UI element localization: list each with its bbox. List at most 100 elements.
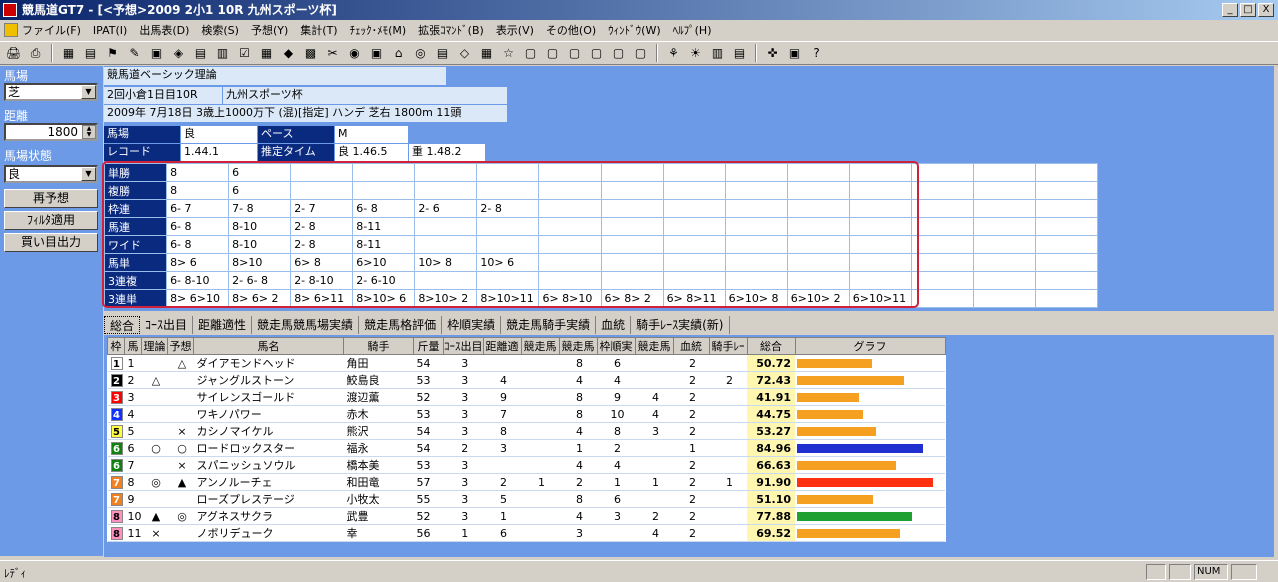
column-header[interactable]: 騎手 xyxy=(343,337,414,355)
bet-cell[interactable]: 8-10 xyxy=(228,235,292,254)
bet-cell[interactable] xyxy=(848,235,912,254)
flag-icon[interactable]: ⚑ xyxy=(103,44,122,63)
menu-item[interactable]: その他(O) xyxy=(546,22,596,38)
chevron-down-icon[interactable]: ▼ xyxy=(81,167,96,181)
bet-cell[interactable]: 8-10 xyxy=(228,217,292,236)
bet-cell[interactable]: 8>10> 2 xyxy=(414,289,478,308)
bet-cell[interactable]: 8>10>11 xyxy=(476,289,540,308)
column-header[interactable]: 競走馬 xyxy=(520,337,560,355)
edit-icon[interactable]: ✎ xyxy=(125,44,144,63)
bet-cell[interactable] xyxy=(972,163,1036,182)
tab-item[interactable]: 枠順実績 xyxy=(442,316,502,334)
column-header[interactable]: ｺｰｽ出目 xyxy=(443,337,484,355)
bet-cell[interactable] xyxy=(910,289,974,308)
check-icon[interactable]: ☑ xyxy=(235,44,254,63)
bet-cell[interactable]: 6- 8 xyxy=(166,235,230,254)
bet-cell[interactable]: 10> 8 xyxy=(414,253,478,272)
window-icon[interactable]: ▢ xyxy=(543,44,562,63)
bet-cell[interactable] xyxy=(848,163,912,182)
bet-cell[interactable] xyxy=(910,181,974,200)
bet-cell[interactable] xyxy=(538,235,602,254)
bet-cell[interactable]: 6> 8 xyxy=(290,253,354,272)
column-header[interactable]: 馬 xyxy=(124,337,142,355)
bet-cell[interactable]: 8> 6>10 xyxy=(166,289,230,308)
bet-cell[interactable] xyxy=(1034,217,1099,236)
bet-cell[interactable] xyxy=(910,235,974,254)
bet-cell[interactable]: 8> 6> 2 xyxy=(228,289,292,308)
bet-cell[interactable] xyxy=(972,289,1036,308)
table-row[interactable]: 6 6 ○ ○ ロードロックスター 福永 54 2 3 1 2 1 84.96 xyxy=(107,439,945,457)
bet-cell[interactable] xyxy=(600,163,664,182)
column-header[interactable]: 血統 xyxy=(672,337,710,355)
monitor-icon[interactable]: ▣ xyxy=(785,44,804,63)
bet-cell[interactable] xyxy=(414,271,478,290)
bet-cell[interactable] xyxy=(786,271,850,290)
bet-cell[interactable] xyxy=(600,217,664,236)
table-row[interactable]: 8 10 ▲ ◎ アグネスサクラ 武豊 52 3 1 4 3 2 2 77.88 xyxy=(107,507,945,525)
bet-cell[interactable] xyxy=(476,217,540,236)
menu-item[interactable]: 出馬表(D) xyxy=(139,22,189,38)
menu-item[interactable]: 表示(V) xyxy=(496,22,534,38)
bet-cell[interactable] xyxy=(1034,199,1099,218)
bet-cell[interactable] xyxy=(910,199,974,218)
bet-cell[interactable]: 10> 6 xyxy=(476,253,540,272)
bet-cell[interactable] xyxy=(476,271,540,290)
window-icon[interactable]: ▢ xyxy=(521,44,540,63)
bet-cell[interactable] xyxy=(476,181,540,200)
bet-cell[interactable] xyxy=(538,163,602,182)
table-row[interactable]: 1 1 △ ダイアモンドヘッド 角田 54 3 8 6 2 50.72 xyxy=(107,354,945,372)
tab-item[interactable]: 距離適性 xyxy=(193,316,253,334)
bet-cell[interactable]: 6 xyxy=(228,181,292,200)
bet-cell[interactable] xyxy=(352,163,416,182)
bet-cell[interactable]: 7- 8 xyxy=(228,199,292,218)
box-icon[interactable]: ▣ xyxy=(367,44,386,63)
bet-cell[interactable] xyxy=(662,271,726,290)
bet-cell[interactable]: 2- 6 xyxy=(414,199,478,218)
print-icon[interactable]: 🖨 xyxy=(4,44,23,63)
bet-cell[interactable] xyxy=(972,235,1036,254)
bet-cell[interactable]: 6>10> 2 xyxy=(786,289,850,308)
bet-cell[interactable]: 6>10>11 xyxy=(848,289,912,308)
bet-cell[interactable]: 6> 8>10 xyxy=(538,289,602,308)
table-row[interactable]: 7 9 ローズプレステージ 小牧太 55 3 5 8 6 2 51.10 xyxy=(107,490,945,508)
bet-cell[interactable]: 2- 8 xyxy=(290,217,354,236)
sheet-icon[interactable]: ▦ xyxy=(477,44,496,63)
bet-cell[interactable] xyxy=(786,163,850,182)
bet-cell[interactable]: 2- 7 xyxy=(290,199,354,218)
bet-cell[interactable]: 6- 8 xyxy=(352,199,416,218)
menu-item[interactable]: ｳｨﾝﾄﾞｳ(W) xyxy=(608,22,660,38)
bet-cell[interactable]: 2- 8 xyxy=(290,235,354,254)
tab-item[interactable]: 騎手ﾚｰｽ実績(新) xyxy=(631,316,730,334)
bet-cell[interactable] xyxy=(910,217,974,236)
stats-icon[interactable]: ▦ xyxy=(257,44,276,63)
bet-cell[interactable]: 8 xyxy=(166,181,230,200)
matrix-icon[interactable]: ▩ xyxy=(301,44,320,63)
table-icon[interactable]: ▣ xyxy=(147,44,166,63)
menu-item[interactable]: ﾍﾙﾌﾟ(H) xyxy=(673,22,712,38)
column-header[interactable]: 総合 xyxy=(746,337,796,355)
table-row[interactable]: 3 3 サイレンスゴールド 渡辺薫 52 3 9 8 9 4 2 41.91 xyxy=(107,388,945,406)
bet-cell[interactable] xyxy=(786,253,850,272)
bet-cell[interactable] xyxy=(600,199,664,218)
tab-item[interactable]: 競走馬格評価 xyxy=(359,316,443,334)
column-header[interactable]: 距離適 xyxy=(482,337,522,355)
bet-cell[interactable] xyxy=(848,199,912,218)
column-header[interactable]: 理論 xyxy=(141,337,168,355)
list-icon[interactable]: ▤ xyxy=(81,44,100,63)
bet-cell[interactable] xyxy=(848,271,912,290)
bet-cell[interactable]: 8-11 xyxy=(352,217,416,236)
condition-select[interactable]: 良 ▼ xyxy=(4,165,98,183)
bet-cell[interactable] xyxy=(352,181,416,200)
bet-cell[interactable]: 6 xyxy=(228,163,292,182)
bet-cell[interactable] xyxy=(476,235,540,254)
column-header[interactable]: 馬名 xyxy=(193,337,344,355)
bet-cell[interactable] xyxy=(724,199,788,218)
bet-cell[interactable] xyxy=(972,181,1036,200)
bet-cell[interactable] xyxy=(414,163,478,182)
maximize-button[interactable]: □ xyxy=(1240,3,1256,17)
column-header[interactable]: 枠 xyxy=(107,337,125,355)
window-icon[interactable]: ▢ xyxy=(609,44,628,63)
bet-cell[interactable] xyxy=(662,235,726,254)
bet-cell[interactable] xyxy=(414,181,478,200)
bet-cell[interactable] xyxy=(600,271,664,290)
